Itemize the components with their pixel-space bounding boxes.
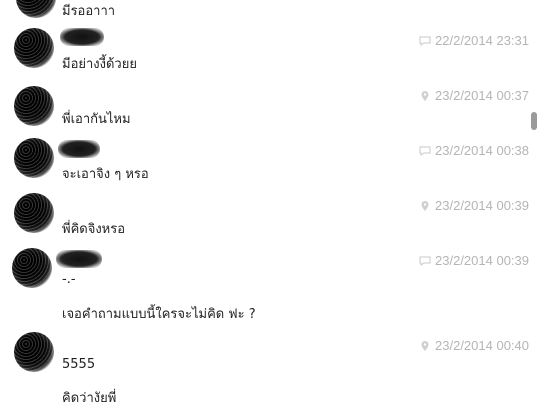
- message-text: -.-: [62, 272, 76, 287]
- timestamp-text: 22/2/2014 23:31: [435, 33, 529, 48]
- location-icon: [421, 90, 429, 101]
- timestamp: 23/2/2014 00:37: [419, 88, 529, 103]
- message-text: พี่เอากันไหม: [62, 112, 131, 127]
- avatar[interactable]: [14, 138, 54, 178]
- chat-icon: [419, 146, 431, 156]
- message-text: 5555: [62, 357, 96, 372]
- timestamp-text: 23/2/2014 00:40: [435, 338, 529, 353]
- location-icon: [421, 200, 429, 211]
- timestamp-text: 23/2/2014 00:37: [435, 88, 529, 103]
- avatar[interactable]: [14, 193, 54, 233]
- timestamp-text: 23/2/2014 00:39: [435, 253, 529, 268]
- sender-name[interactable]: [60, 28, 104, 46]
- sender-name[interactable]: [58, 140, 100, 158]
- avatar[interactable]: [14, 28, 54, 68]
- avatar[interactable]: [14, 86, 54, 126]
- timestamp: 23/2/2014 00:39: [419, 253, 529, 268]
- sender-name[interactable]: [56, 250, 102, 268]
- scrollbar-thumb[interactable]: [531, 112, 537, 130]
- timestamp: 22/2/2014 23:31: [419, 33, 529, 48]
- timestamp: 23/2/2014 00:40: [419, 338, 529, 353]
- avatar[interactable]: [14, 332, 54, 372]
- message-text: คิดว่างัยพี่: [62, 391, 117, 406]
- location-icon: [421, 340, 429, 351]
- chat-icon: [419, 256, 431, 266]
- timestamp: 23/2/2014 00:39: [419, 198, 529, 213]
- message-text: มีรออาาา: [62, 4, 116, 19]
- avatar[interactable]: [16, 0, 56, 18]
- timestamp-text: 23/2/2014 00:39: [435, 198, 529, 213]
- timestamp: 23/2/2014 00:38: [419, 143, 529, 158]
- message-thread: มีรออาาา 22/2/2014 23:31 มีอย่างงี้ด้วยย…: [0, 0, 541, 406]
- message-text: จะเอาจิง ๆ หรอ: [62, 167, 149, 182]
- message-text: มีอย่างงี้ด้วยย: [62, 57, 137, 72]
- avatar[interactable]: [12, 248, 52, 288]
- chat-icon: [419, 36, 431, 46]
- timestamp-text: 23/2/2014 00:38: [435, 143, 529, 158]
- message-text: เจอคำถามแบบนี้ใครจะไม่คิด ฟะ ?: [62, 307, 256, 322]
- message-text: พี่คิดจิงหรอ: [62, 222, 126, 237]
